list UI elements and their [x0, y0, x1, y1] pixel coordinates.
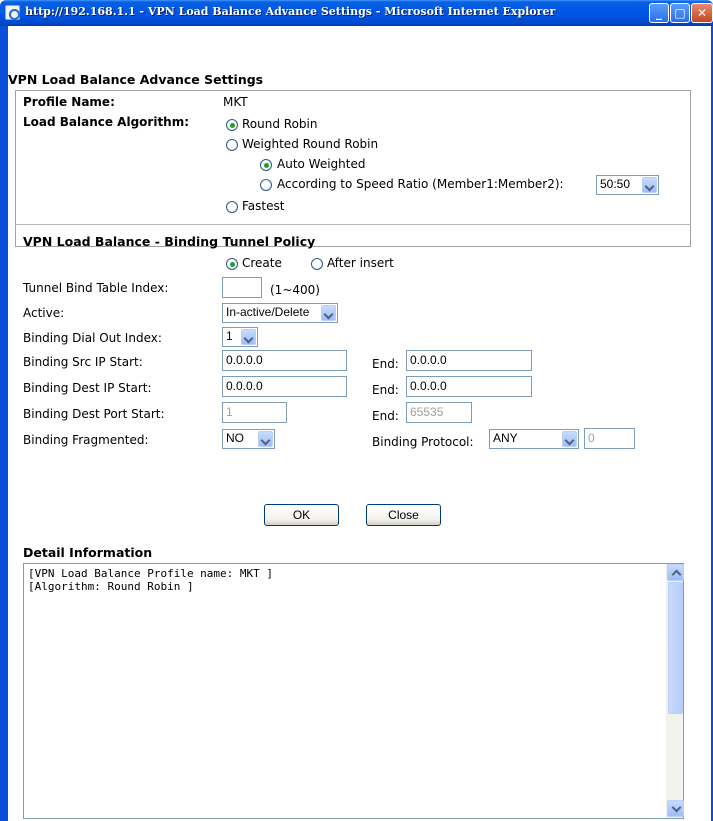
auto-weighted-radio[interactable]: [260, 159, 272, 171]
chevron-down-icon: [642, 177, 657, 193]
dest-port-end-input[interactable]: 65535: [406, 402, 472, 423]
table-index-range: (1~400): [270, 283, 320, 297]
dest-port-end-label: End:: [372, 409, 399, 423]
speed-ratio-select-value: 50:50: [600, 177, 631, 191]
dest-port-start-input[interactable]: 1: [222, 402, 287, 423]
fastest-label: Fastest: [242, 199, 285, 213]
chevron-down-icon: [562, 431, 577, 447]
create-radio[interactable]: [226, 258, 238, 270]
src-ip-start-input[interactable]: 0.0.0.0: [222, 350, 347, 371]
protocol-select[interactable]: ANY: [489, 429, 579, 449]
dest-ip-end-label: End:: [372, 383, 399, 397]
close-window-button[interactable]: ✕: [691, 3, 713, 23]
maximize-button[interactable]: □: [670, 3, 690, 23]
active-label: Active:: [23, 306, 65, 320]
chevron-down-icon: [241, 329, 256, 345]
table-index-label: Tunnel Bind Table Index:: [23, 281, 169, 295]
chevron-down-icon: [321, 305, 336, 321]
dest-ip-end-input[interactable]: 0.0.0.0: [406, 376, 532, 397]
window-title-bar[interactable]: http://192.168.1.1 - VPN Load Balance Ad…: [0, 0, 713, 26]
detail-line-profile: [VPN Load Balance Profile name: MKT ]: [28, 567, 274, 580]
src-ip-label: Binding Src IP Start:: [23, 355, 143, 369]
algorithm-label: Load Balance Algorithm:: [23, 115, 190, 129]
dest-ip-start-input[interactable]: 0.0.0.0: [222, 376, 347, 397]
round-robin-radio[interactable]: [226, 119, 238, 131]
fragmented-select-value: NO: [226, 431, 244, 445]
ok-button[interactable]: OK: [264, 504, 339, 526]
src-ip-end-label: End:: [372, 357, 399, 371]
binding-heading: VPN Load Balance - Binding Tunnel Policy: [23, 234, 316, 249]
window-title: http://192.168.1.1 - VPN Load Balance Ad…: [25, 5, 556, 18]
window-frame-left: [0, 26, 8, 821]
fastest-radio[interactable]: [226, 201, 238, 213]
detail-heading: Detail Information: [23, 545, 153, 560]
section-divider: [15, 224, 691, 225]
page-content: VPN Load Balance Advance Settings Profil…: [8, 26, 711, 821]
profile-name-label: Profile Name:: [23, 95, 115, 109]
speed-ratio-radio[interactable]: [260, 179, 272, 191]
detail-scrollbar[interactable]: [666, 564, 684, 818]
scroll-up-icon[interactable]: [667, 564, 684, 581]
dial-out-select[interactable]: 1: [222, 327, 258, 347]
settings-heading: VPN Load Balance Advance Settings: [8, 72, 264, 87]
speed-ratio-label: According to Speed Ratio (Member1:Member…: [277, 177, 564, 191]
dest-ip-label: Binding Dest IP Start:: [23, 381, 152, 395]
speed-ratio-select[interactable]: 50:50: [596, 175, 659, 195]
dial-out-select-value: 1: [226, 329, 233, 343]
protocol-number-input[interactable]: 0: [584, 428, 635, 449]
src-ip-end-input[interactable]: 0.0.0.0: [406, 350, 532, 371]
active-select-value: In-active/Delete: [226, 305, 310, 319]
fragmented-label: Binding Fragmented:: [23, 433, 149, 447]
create-label: Create: [242, 256, 282, 270]
fragmented-select[interactable]: NO: [222, 429, 275, 449]
dial-out-label: Binding Dial Out Index:: [23, 331, 162, 345]
chevron-down-icon: [258, 431, 273, 447]
auto-weighted-label: Auto Weighted: [277, 157, 366, 171]
detail-textarea[interactable]: [VPN Load Balance Profile name: MKT ] [Al…: [23, 563, 684, 819]
scroll-down-icon[interactable]: [667, 800, 684, 817]
protocol-label: Binding Protocol:: [372, 435, 474, 449]
after-insert-radio[interactable]: [311, 258, 323, 270]
minimize-button[interactable]: _: [649, 3, 669, 23]
weighted-round-robin-label: Weighted Round Robin: [242, 137, 379, 151]
weighted-round-robin-radio[interactable]: [226, 139, 238, 151]
after-insert-label: After insert: [327, 256, 394, 270]
detail-line-algorithm: [Algorithm: Round Robin ]: [28, 580, 194, 593]
profile-name-value: MKT: [223, 95, 248, 109]
dest-port-label: Binding Dest Port Start:: [23, 407, 165, 421]
scroll-thumb[interactable]: [668, 582, 683, 714]
round-robin-label: Round Robin: [242, 117, 318, 131]
active-select[interactable]: In-active/Delete: [222, 303, 338, 323]
ie-page-icon: [5, 5, 20, 20]
close-button[interactable]: Close: [366, 504, 441, 526]
protocol-select-value: ANY: [493, 431, 518, 445]
table-index-input[interactable]: [222, 277, 262, 298]
